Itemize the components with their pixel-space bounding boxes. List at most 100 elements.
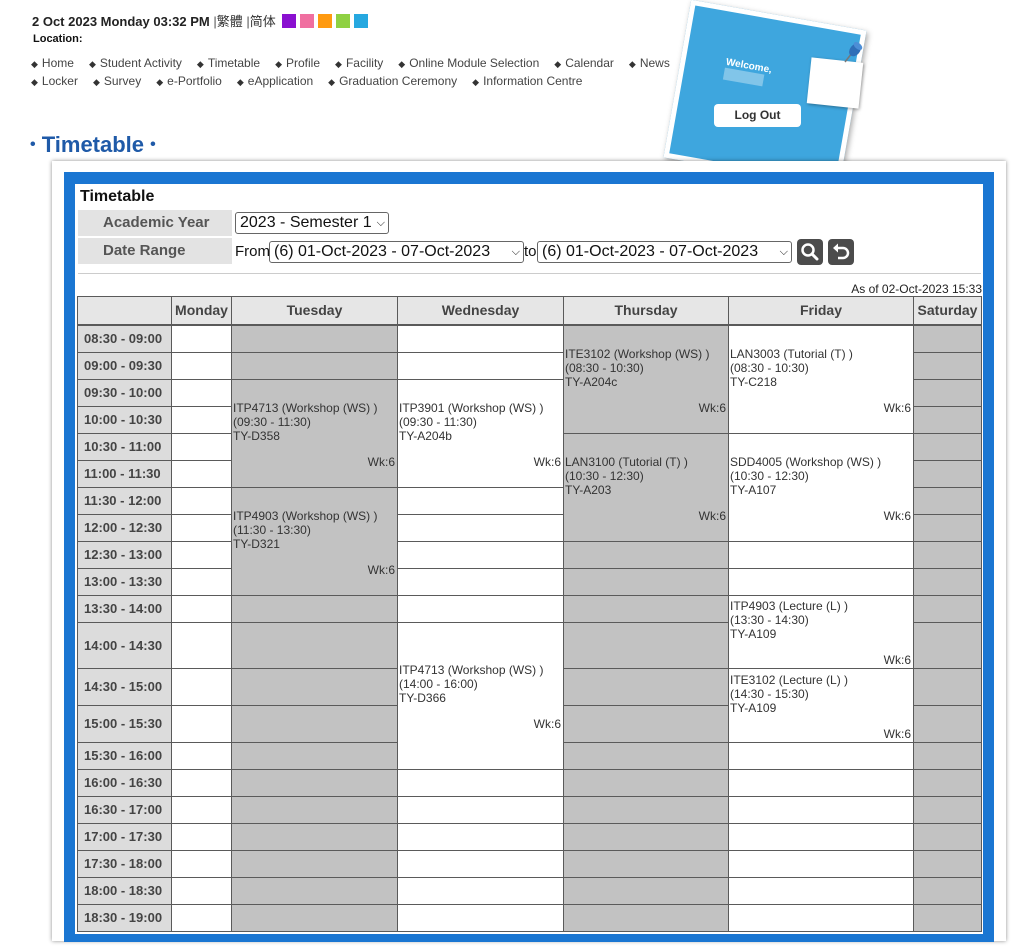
- nav-item-home[interactable]: ◆ Home: [31, 56, 74, 70]
- diamond-bullet-icon: ◆: [398, 59, 406, 69]
- course-code: ITP4713 (Workshop (WS) ): [399, 663, 544, 677]
- time-slot-label: 08:30 - 09:00: [77, 325, 172, 353]
- lang-simplified-link[interactable]: 简体: [250, 14, 276, 29]
- course-time: (08:30 - 10:30): [730, 360, 809, 375]
- timetable-slot: [171, 541, 232, 569]
- date-from-select[interactable]: (6) 01-Oct-2023 - 07-Oct-2023 ⌵: [269, 241, 524, 263]
- chevron-down-icon: ⌵: [511, 246, 520, 258]
- timetable-slot: [397, 769, 564, 797]
- course-block[interactable]: LAN3003 (Tutorial (T) ) (08:30 - 10:30) TY…: [728, 325, 914, 434]
- nav-item-e-portfolio[interactable]: ◆ e-Portfolio: [156, 74, 222, 88]
- search-button[interactable]: [797, 239, 823, 265]
- timetable-slot: [171, 433, 232, 461]
- timetable-slot: [563, 595, 729, 623]
- nav-item-eapplication[interactable]: ◆ eApplication: [237, 74, 313, 88]
- page-title: • Timetable •: [30, 132, 156, 158]
- course-week: Wk:6: [698, 400, 726, 415]
- course-block[interactable]: SDD4005 (Workshop (WS) ) (10:30 - 12:30) T…: [728, 433, 914, 542]
- course-block[interactable]: ITP4903 (Lecture (L) ) (13:30 - 14:30) TY-…: [728, 595, 914, 669]
- academic-year-select[interactable]: 2023 - Semester 1 ⌵: [235, 212, 389, 234]
- course-week: Wk:6: [883, 726, 911, 741]
- nav-item-calendar[interactable]: ◆ Calendar: [554, 56, 614, 70]
- course-week: Wk:6: [367, 454, 395, 469]
- timetable-slot: [728, 877, 914, 905]
- timetable-slot: [231, 823, 398, 851]
- course-code: LAN3003 (Tutorial (T) ): [730, 346, 853, 361]
- course-details: ITP3901 (Workshop (WS) ) (09:30 - 11:30) T…: [399, 401, 562, 443]
- timetable-slot: [913, 595, 982, 623]
- course-details: ITP4713 (Workshop (WS) ) (09:30 - 11:30) T…: [233, 401, 396, 443]
- course-block[interactable]: ITP4713 (Workshop (WS) ) (09:30 - 11:30) T…: [231, 379, 398, 488]
- theme-swatch[interactable]: [300, 14, 315, 28]
- timetable-slot: [728, 568, 914, 596]
- nav-item-label: Online Module Selection: [409, 56, 540, 70]
- course-block[interactable]: LAN3100 (Tutorial (T) ) (10:30 - 12:30) TY…: [563, 433, 729, 542]
- theme-swatch[interactable]: [318, 14, 333, 28]
- nav-item-label: e-Portfolio: [167, 74, 222, 88]
- nav-item-student-activity[interactable]: ◆ Student Activity: [89, 56, 182, 70]
- nav-row-1: ◆ Home ◆ Student Activity ◆ Timetable ◆ Profile…: [31, 56, 685, 70]
- timetable-slot: [231, 668, 398, 706]
- reset-button[interactable]: [828, 239, 854, 265]
- course-block[interactable]: ITE3102 (Lecture (L) ) (14:30 - 15:30) TY-…: [728, 668, 914, 743]
- nav-item-survey[interactable]: ◆ Survey: [93, 74, 141, 88]
- timetable-slot: [171, 742, 232, 770]
- nav-item-online-module-selection[interactable]: ◆ Online Module Selection: [398, 56, 539, 70]
- title-bullet: •: [30, 136, 36, 153]
- course-room: TY-A109: [730, 700, 777, 715]
- diamond-bullet-icon: ◆: [236, 77, 244, 87]
- timetable-slot: [231, 796, 398, 824]
- nav-item-locker[interactable]: ◆ Locker: [31, 74, 78, 88]
- lang-traditional-link[interactable]: 繁體: [217, 14, 243, 29]
- timetable-slot: [913, 668, 982, 706]
- timetable-slot: [171, 487, 232, 515]
- diamond-bullet-icon: ◆: [275, 59, 282, 69]
- diamond-bullet-icon: ◆: [554, 59, 562, 69]
- course-block[interactable]: ITE3102 (Workshop (WS) ) (08:30 - 10:30) T…: [563, 325, 729, 434]
- to-label: to: [524, 243, 537, 260]
- timetable-slot: [913, 487, 982, 515]
- course-room: TY-A107: [730, 482, 777, 497]
- theme-swatch[interactable]: [336, 14, 351, 28]
- date-to-value: (6) 01-Oct-2023 - 07-Oct-2023: [542, 243, 759, 260]
- course-room: TY-D358: [233, 428, 280, 443]
- date-to-select[interactable]: (6) 01-Oct-2023 - 07-Oct-2023 ⌵: [537, 241, 792, 263]
- timetable-slot: [171, 460, 232, 488]
- timetable-slot: [563, 823, 729, 851]
- course-details: ITE3102 (Workshop (WS) ) (08:30 - 10:30) T…: [565, 347, 727, 389]
- timetable-slot: [397, 823, 564, 851]
- course-code: LAN3100 (Tutorial (T) ): [565, 454, 688, 469]
- course-details: LAN3100 (Tutorial (T) ) (10:30 - 12:30) TY…: [565, 455, 727, 497]
- time-slot-label: 13:30 - 14:00: [77, 595, 172, 623]
- time-slot-label: 15:00 - 15:30: [77, 705, 172, 743]
- time-slot-label: 14:30 - 15:00: [77, 668, 172, 706]
- date-from-value: (6) 01-Oct-2023 - 07-Oct-2023: [274, 243, 491, 260]
- course-block[interactable]: ITP3901 (Workshop (WS) ) (09:30 - 11:30) T…: [397, 379, 564, 488]
- nav-item-information-centre[interactable]: ◆ Information Centre: [472, 74, 582, 88]
- nav-item-label: Calendar: [565, 56, 614, 70]
- course-week: Wk:6: [883, 653, 911, 667]
- nav-item-profile[interactable]: ◆ Profile: [275, 56, 320, 70]
- time-slot-label: 15:30 - 16:00: [77, 742, 172, 770]
- logout-button[interactable]: Log Out: [714, 104, 801, 127]
- nav-item-timetable[interactable]: ◆ Timetable: [197, 56, 260, 70]
- nav-item-label: Survey: [103, 74, 142, 88]
- nav-item-graduation-ceremony[interactable]: ◆ Graduation Ceremony: [328, 74, 457, 88]
- course-code: SDD4005 (Workshop (WS) ): [730, 454, 882, 469]
- timetable-slot: [171, 406, 232, 434]
- nav-item-news[interactable]: ◆ News: [629, 56, 670, 70]
- day-header: Saturday: [913, 296, 982, 325]
- nav-item-facility[interactable]: ◆ Facility: [335, 56, 383, 70]
- theme-swatch[interactable]: [354, 14, 369, 28]
- course-block[interactable]: ITP4713 (Workshop (WS) ) (14:00 - 16:00) T…: [397, 622, 564, 770]
- course-block[interactable]: ITP4903 (Workshop (WS) ) (11:30 - 13:30) T…: [231, 487, 398, 596]
- timetable-slot: [728, 850, 914, 878]
- timetable-slot: [171, 568, 232, 596]
- timetable-slot: [913, 769, 982, 797]
- timetable-slot: [913, 850, 982, 878]
- theme-swatch[interactable]: [282, 14, 297, 28]
- nav-item-label: Profile: [286, 56, 321, 70]
- timetable-slot: [563, 850, 729, 878]
- timetable-slot: [171, 514, 232, 542]
- search-icon: [801, 243, 819, 261]
